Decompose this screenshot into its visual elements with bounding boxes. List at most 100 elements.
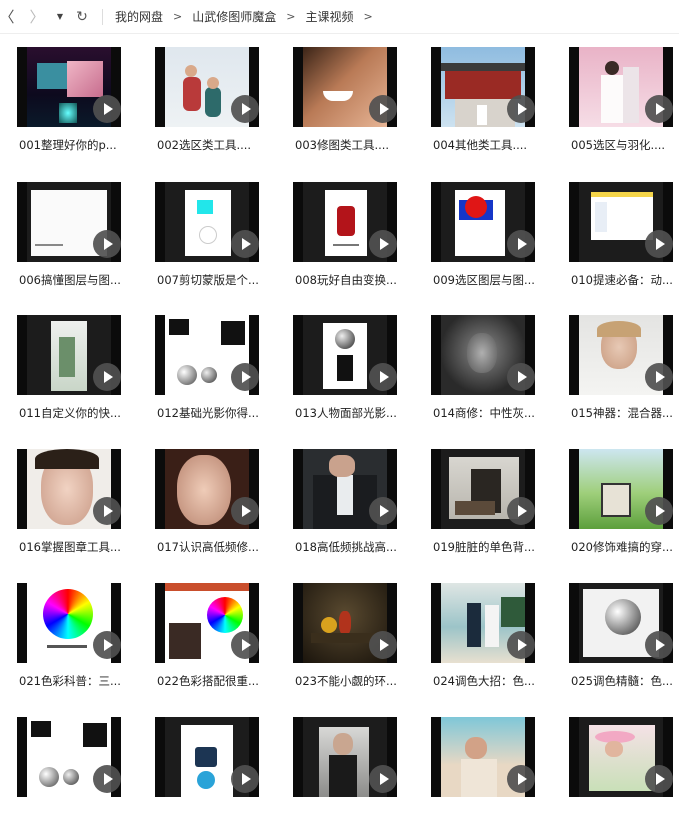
video-item[interactable]: 007剪切蒙版是个... — [155, 182, 261, 302]
play-icon[interactable] — [645, 765, 673, 793]
video-title[interactable]: 019脏脏的单色背... — [433, 539, 539, 555]
video-item[interactable]: 022色彩搭配很重... — [155, 583, 261, 703]
video-title[interactable]: 004其他类工具.... — [433, 137, 539, 153]
video-title[interactable]: 001整理好你的p... — [19, 137, 125, 153]
video-title[interactable]: 014商修：中性灰... — [433, 405, 539, 421]
play-icon[interactable] — [93, 363, 121, 391]
video-title[interactable]: 003修图类工具.... — [295, 137, 401, 153]
play-icon[interactable] — [507, 765, 535, 793]
play-icon[interactable] — [231, 363, 259, 391]
play-icon[interactable] — [645, 497, 673, 525]
video-title[interactable]: 024调色大招：色... — [433, 673, 539, 689]
video-thumbnail[interactable] — [155, 449, 259, 529]
video-title[interactable]: 021色彩科普：三... — [19, 673, 125, 689]
video-thumbnail[interactable] — [293, 583, 397, 663]
play-icon[interactable] — [231, 631, 259, 659]
play-icon[interactable] — [369, 230, 397, 258]
video-thumbnail[interactable] — [17, 449, 121, 529]
video-thumbnail[interactable] — [155, 182, 259, 262]
play-icon[interactable] — [645, 363, 673, 391]
video-thumbnail[interactable] — [293, 182, 397, 262]
video-title[interactable]: 011自定义你的快... — [19, 405, 125, 421]
video-item[interactable]: 019脏脏的单色背... — [431, 449, 537, 569]
play-icon[interactable] — [507, 95, 535, 123]
play-icon[interactable] — [507, 497, 535, 525]
video-title[interactable]: 013人物面部光影... — [295, 405, 401, 421]
video-item[interactable]: 024调色大招：色... — [431, 583, 537, 703]
video-item[interactable]: 015神器：混合器... — [569, 315, 675, 435]
video-item[interactable] — [155, 717, 261, 837]
play-icon[interactable] — [369, 497, 397, 525]
video-item[interactable]: 005选区与羽化.... — [569, 47, 675, 167]
video-title[interactable]: 022色彩搭配很重... — [157, 673, 263, 689]
video-thumbnail[interactable] — [293, 315, 397, 395]
video-thumbnail[interactable] — [155, 315, 259, 395]
video-thumbnail[interactable] — [17, 182, 121, 262]
video-item[interactable]: 003修图类工具.... — [293, 47, 399, 167]
video-thumbnail[interactable] — [569, 47, 673, 127]
play-icon[interactable] — [93, 497, 121, 525]
play-icon[interactable] — [507, 230, 535, 258]
video-item[interactable]: 023不能小觑的环... — [293, 583, 399, 703]
video-title[interactable]: 023不能小觑的环... — [295, 673, 401, 689]
video-item[interactable] — [293, 717, 399, 837]
play-icon[interactable] — [369, 765, 397, 793]
video-thumbnail[interactable] — [17, 315, 121, 395]
video-title[interactable]: 017认识高低频修... — [157, 539, 263, 555]
video-item[interactable]: 016掌握图章工具... — [17, 449, 123, 569]
video-thumbnail[interactable] — [431, 47, 535, 127]
video-thumbnail[interactable] — [431, 583, 535, 663]
video-item[interactable]: 011自定义你的快... — [17, 315, 123, 435]
play-icon[interactable] — [231, 95, 259, 123]
play-icon[interactable] — [645, 631, 673, 659]
video-title[interactable]: 002选区类工具.... — [157, 137, 263, 153]
video-item[interactable]: 017认识高低频修... — [155, 449, 261, 569]
video-title[interactable]: 015神器：混合器... — [571, 405, 677, 421]
video-title[interactable]: 016掌握图章工具... — [19, 539, 125, 555]
video-item[interactable]: 012基础光影你得... — [155, 315, 261, 435]
video-title[interactable]: 012基础光影你得... — [157, 405, 263, 421]
video-item[interactable]: 008玩好自由变换... — [293, 182, 399, 302]
video-item[interactable]: 014商修：中性灰... — [431, 315, 537, 435]
video-thumbnail[interactable] — [293, 449, 397, 529]
video-title[interactable]: 006搞懂图层与图... — [19, 272, 125, 288]
video-thumbnail[interactable] — [431, 449, 535, 529]
video-item[interactable]: 010提速必备：动... — [569, 182, 675, 302]
video-thumbnail[interactable] — [17, 717, 121, 797]
video-title[interactable]: 005选区与羽化.... — [571, 137, 677, 153]
play-icon[interactable] — [93, 230, 121, 258]
play-icon[interactable] — [507, 363, 535, 391]
video-title[interactable]: 008玩好自由变换... — [295, 272, 401, 288]
video-title[interactable]: 025调色精髓：色... — [571, 673, 677, 689]
play-icon[interactable] — [231, 765, 259, 793]
video-item[interactable]: 002选区类工具.... — [155, 47, 261, 167]
video-thumbnail[interactable] — [569, 583, 673, 663]
play-icon[interactable] — [231, 497, 259, 525]
play-icon[interactable] — [645, 230, 673, 258]
video-title[interactable]: 010提速必备：动... — [571, 272, 677, 288]
play-icon[interactable] — [93, 631, 121, 659]
video-thumbnail[interactable] — [431, 182, 535, 262]
video-item[interactable] — [569, 717, 675, 837]
video-thumbnail[interactable] — [569, 449, 673, 529]
video-thumbnail[interactable] — [155, 717, 259, 797]
video-title[interactable]: 007剪切蒙版是个... — [157, 272, 263, 288]
video-item[interactable] — [431, 717, 537, 837]
play-icon[interactable] — [369, 95, 397, 123]
video-thumbnail[interactable] — [431, 315, 535, 395]
video-item[interactable]: 018高低频挑战高... — [293, 449, 399, 569]
play-icon[interactable] — [507, 631, 535, 659]
video-item[interactable]: 021色彩科普：三... — [17, 583, 123, 703]
video-thumbnail[interactable] — [293, 717, 397, 797]
video-thumbnail[interactable] — [569, 315, 673, 395]
video-item[interactable]: 006搞懂图层与图... — [17, 182, 123, 302]
video-thumbnail[interactable] — [155, 583, 259, 663]
video-title[interactable]: 009选区图层与图... — [433, 272, 539, 288]
video-item[interactable]: 004其他类工具.... — [431, 47, 537, 167]
video-thumbnail[interactable] — [431, 717, 535, 797]
play-icon[interactable] — [231, 230, 259, 258]
play-icon[interactable] — [93, 765, 121, 793]
video-item[interactable]: 009选区图层与图... — [431, 182, 537, 302]
play-icon[interactable] — [369, 363, 397, 391]
video-thumbnail[interactable] — [155, 47, 259, 127]
